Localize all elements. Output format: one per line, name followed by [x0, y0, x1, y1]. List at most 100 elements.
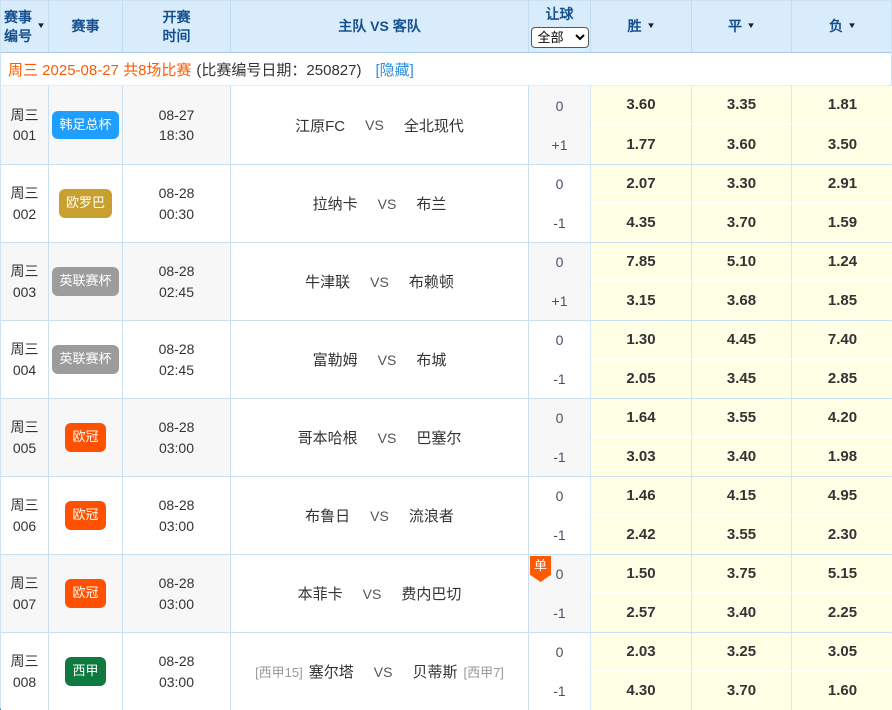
single-bet-badge: 单 [530, 556, 551, 582]
handicap-0: 0 [556, 488, 564, 504]
odds-win-bottom[interactable]: 3.03 [591, 438, 692, 477]
odds-draw-bottom[interactable]: 3.70 [692, 204, 792, 243]
handicap-0: 0 [556, 566, 564, 582]
odds-draw-1: 3.40 [727, 604, 756, 621]
odds-draw-top[interactable]: 3.25 [692, 633, 792, 672]
odds-lose-1: 1.98 [828, 448, 857, 465]
odds-win-bottom[interactable]: 1.77 [591, 125, 692, 164]
vs-label: VS [365, 117, 384, 133]
vs-label: VS [370, 508, 389, 524]
sort-arrow-icon: ▼ [847, 21, 857, 31]
league-badge: 欧冠 [65, 579, 105, 608]
odds-win-bottom[interactable]: 2.57 [591, 594, 692, 633]
header-lose[interactable]: 负 ▼ [792, 1, 892, 52]
date-subheader: 周三 2025-08-27 共8场比赛 (比赛编号日期：250827) [隐藏] [1, 53, 891, 86]
odds-win-1: 2.42 [626, 526, 655, 543]
header-draw[interactable]: 平 ▼ [692, 1, 792, 52]
odds-win-bottom[interactable]: 2.42 [591, 516, 692, 555]
odds-draw-top[interactable]: 5.10 [692, 243, 792, 282]
header-league-label: 赛事 [72, 17, 100, 35]
hide-link[interactable]: [隐藏] [375, 59, 413, 80]
handicap-1: -1 [553, 215, 565, 231]
handicap-cell-bottom: -1 [529, 204, 591, 243]
odds-draw-bottom[interactable]: 3.45 [692, 360, 792, 399]
start-time-cell: 08-28 03:00 [123, 477, 231, 554]
match-weekday: 周三 [11, 417, 39, 437]
handicap-1: +1 [552, 293, 568, 309]
start-time-cell: 08-28 03:00 [123, 633, 231, 710]
away-team: 贝蒂斯 [412, 661, 457, 682]
odds-win-1: 4.30 [626, 682, 655, 699]
odds-lose-top[interactable]: 1.81 [792, 86, 892, 125]
odds-win-bottom[interactable]: 4.35 [591, 204, 692, 243]
header-teams-label: 主队 VS 客队 [338, 17, 420, 35]
match-row: 周三 008 西甲 08-28 03:00 [西甲15] 塞尔塔 VS 贝蒂斯 … [1, 632, 891, 710]
teams-cell: 牛津联 VS 布赖顿 [231, 243, 529, 320]
start-time-cell: 08-28 00:30 [123, 165, 231, 242]
odds-lose-top[interactable]: 4.95 [792, 477, 892, 516]
odds-lose-bottom[interactable]: 1.60 [792, 672, 892, 710]
odds-win-top[interactable]: 1.64 [591, 399, 692, 438]
odds-draw-top[interactable]: 3.55 [692, 399, 792, 438]
odds-draw-top[interactable]: 4.15 [692, 477, 792, 516]
teams-cell: 江原FC VS 全北现代 [231, 86, 529, 164]
odds-lose-top[interactable]: 4.20 [792, 399, 892, 438]
odds-lose-bottom[interactable]: 1.59 [792, 204, 892, 243]
header-match-number[interactable]: 赛事 编号 ▼ [1, 1, 49, 52]
odds-draw-bottom[interactable]: 3.60 [692, 125, 792, 164]
odds-lose-bottom[interactable]: 1.98 [792, 438, 892, 477]
odds-draw-top[interactable]: 3.30 [692, 165, 792, 204]
odds-win-top[interactable]: 2.07 [591, 165, 692, 204]
match-time: 03:00 [159, 594, 194, 614]
odds-win-bottom[interactable]: 4.30 [591, 672, 692, 710]
header-match-number-label: 赛事 编号 [4, 8, 32, 44]
odds-win-top[interactable]: 1.50 [591, 555, 692, 594]
odds-draw-top[interactable]: 4.45 [692, 321, 792, 360]
handicap-cell-top: 0 [529, 321, 591, 360]
odds-win-top[interactable]: 7.85 [591, 243, 692, 282]
odds-win-0: 1.50 [626, 565, 655, 582]
odds-win-top[interactable]: 2.03 [591, 633, 692, 672]
away-team: 全北现代 [404, 115, 464, 136]
odds-draw-bottom[interactable]: 3.68 [692, 282, 792, 321]
odds-draw-bottom[interactable]: 3.40 [692, 594, 792, 633]
odds-lose-top[interactable]: 1.24 [792, 243, 892, 282]
odds-win-top[interactable]: 1.30 [591, 321, 692, 360]
odds-win-1: 4.35 [626, 214, 655, 231]
odds-lose-top[interactable]: 5.15 [792, 555, 892, 594]
odds-draw-top[interactable]: 3.75 [692, 555, 792, 594]
odds-lose-top[interactable]: 2.91 [792, 165, 892, 204]
odds-win-top[interactable]: 3.60 [591, 86, 692, 125]
league-badge: 欧冠 [65, 423, 105, 452]
league-badge: 欧罗巴 [59, 189, 112, 218]
odds-lose-bottom[interactable]: 1.85 [792, 282, 892, 321]
match-date: 08-28 [159, 417, 195, 437]
odds-win-bottom[interactable]: 2.05 [591, 360, 692, 399]
odds-lose-top[interactable]: 7.40 [792, 321, 892, 360]
home-team: 哥本哈根 [298, 427, 358, 448]
odds-lose-bottom[interactable]: 2.85 [792, 360, 892, 399]
match-date: 08-27 [159, 105, 195, 125]
odds-lose-bottom[interactable]: 3.50 [792, 125, 892, 164]
odds-draw-0: 3.55 [727, 409, 756, 426]
vs-label: VS [363, 586, 382, 602]
odds-draw-top[interactable]: 3.35 [692, 86, 792, 125]
odds-draw-bottom[interactable]: 3.55 [692, 516, 792, 555]
odds-draw-bottom[interactable]: 3.70 [692, 672, 792, 710]
match-number-cell: 周三 004 [1, 321, 49, 398]
teams-cell: 富勒姆 VS 布城 [231, 321, 529, 398]
match-weekday: 周三 [11, 651, 39, 671]
handicap-cell-top: 0 [529, 165, 591, 204]
odds-win-bottom[interactable]: 3.15 [591, 282, 692, 321]
odds-lose-bottom[interactable]: 2.30 [792, 516, 892, 555]
match-weekday: 周三 [11, 573, 39, 593]
match-time: 03:00 [159, 672, 194, 692]
home-team: 富勒姆 [313, 349, 358, 370]
odds-lose-bottom[interactable]: 2.25 [792, 594, 892, 633]
odds-win-top[interactable]: 1.46 [591, 477, 692, 516]
odds-draw-bottom[interactable]: 3.40 [692, 438, 792, 477]
handicap-filter-select[interactable]: 全部 [531, 27, 589, 48]
header-win[interactable]: 胜 ▼ [591, 1, 692, 52]
odds-lose-top[interactable]: 3.05 [792, 633, 892, 672]
odds-lose-0: 4.95 [828, 487, 857, 504]
